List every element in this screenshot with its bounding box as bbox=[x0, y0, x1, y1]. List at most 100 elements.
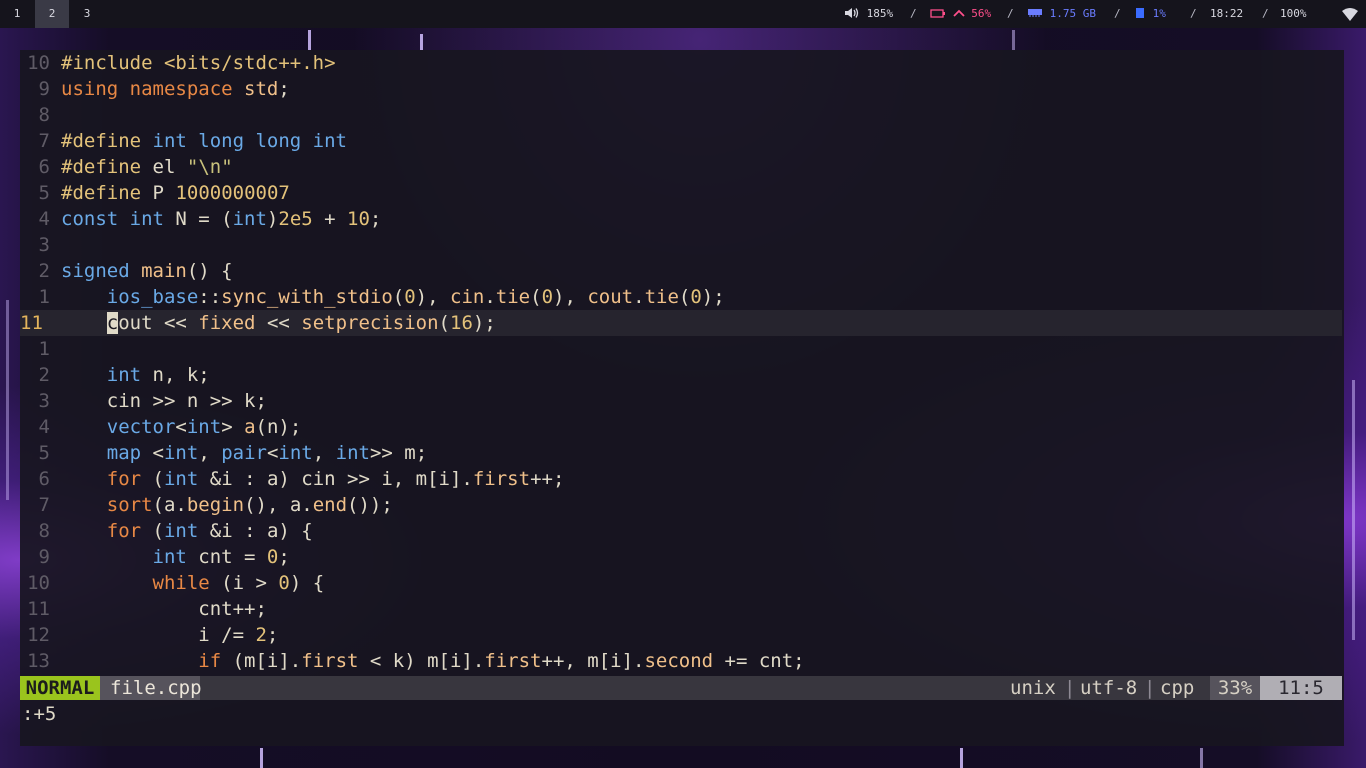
code-line-current[interactable]: 11 cout << fixed << setprecision(16); bbox=[20, 310, 1342, 336]
line-text[interactable]: ios_base::sync_with_stdio(0), cin.tie(0)… bbox=[61, 284, 725, 310]
workspace-2[interactable]: 2 bbox=[35, 0, 69, 28]
code-line[interactable]: 2 int n, k; bbox=[20, 362, 1342, 388]
line-text[interactable]: #define P 1000000007 bbox=[61, 180, 290, 206]
code-line[interactable]: 5 map <int, pair<int, int>> m; bbox=[20, 440, 1342, 466]
workspace-3[interactable]: 3 bbox=[70, 0, 104, 28]
wallpaper-light-streak bbox=[960, 748, 963, 768]
wallpaper-light-streak bbox=[1200, 748, 1203, 768]
code-line[interactable]: 9 int cnt = 0; bbox=[20, 544, 1342, 570]
line-text[interactable]: #define int long long int bbox=[61, 128, 347, 154]
top-status-bar: 1 2 3 185% / 56% / 1.75 GB / 1% / 18:22 … bbox=[0, 0, 1366, 28]
vim-editor-window[interactable]: 10 #include <bits/stdc++.h> 9 using namespa… bbox=[20, 50, 1344, 746]
memory-value: 1.75 GB bbox=[1049, 7, 1096, 20]
line-text[interactable]: #define el "\n" bbox=[61, 154, 233, 180]
status-divider: | bbox=[1064, 677, 1076, 699]
volume-value: 185% bbox=[866, 7, 894, 20]
code-line[interactable]: 2 signed main() { bbox=[20, 258, 1342, 284]
code-line[interactable]: 7 sort(a.begin(), a.end()); bbox=[20, 492, 1342, 518]
battery-value: 56% bbox=[971, 7, 992, 20]
code-line[interactable]: 6 #define el "\n" bbox=[20, 154, 1342, 180]
code-line[interactable]: 8 for (int &i : a) { bbox=[20, 518, 1342, 544]
code-line[interactable]: 4 vector<int> a(n); bbox=[20, 414, 1342, 440]
line-text[interactable]: cin >> n >> k; bbox=[61, 388, 267, 414]
line-number: 4 bbox=[38, 208, 50, 230]
chevron-up-icon bbox=[952, 9, 965, 17]
memory-indicator: 1.75 GB bbox=[1027, 0, 1096, 28]
line-text[interactable]: vector<int> a(n); bbox=[61, 414, 302, 440]
line-text[interactable]: int cnt = 0; bbox=[61, 544, 290, 570]
line-number: 5 bbox=[38, 442, 50, 464]
line-text[interactable]: i /= 2; bbox=[61, 622, 278, 648]
line-text[interactable]: int n, k; bbox=[61, 362, 210, 388]
code-line[interactable]: 1 ios_base::sync_with_stdio(0), cin.tie(… bbox=[20, 284, 1342, 310]
clock[interactable]: 18:22 bbox=[1210, 0, 1243, 28]
cpu-value: 1% bbox=[1152, 7, 1166, 20]
line-text[interactable]: const int N = (int)2e5 + 10; bbox=[61, 206, 381, 232]
code-line[interactable]: 11 cnt++; bbox=[20, 596, 1342, 622]
line-text[interactable]: sort(a.begin(), a.end()); bbox=[61, 492, 393, 518]
cpu-icon bbox=[1136, 8, 1144, 18]
line-text[interactable]: cout << fixed << setprecision(16); bbox=[61, 310, 496, 336]
line-number: 2 bbox=[38, 260, 50, 282]
code-line[interactable]: 3 cin >> n >> k; bbox=[20, 388, 1342, 414]
line-number: 10 bbox=[27, 52, 50, 74]
line-number: 5 bbox=[38, 182, 50, 204]
line-text[interactable]: #include <bits/stdc++.h> bbox=[61, 50, 336, 76]
code-line[interactable]: 7 #define int long long int bbox=[20, 128, 1342, 154]
cpu-indicator: 1% bbox=[1134, 0, 1166, 28]
line-number: 9 bbox=[38, 546, 50, 568]
wallpaper-light-streak bbox=[1012, 30, 1015, 50]
fileformat-label: unix bbox=[1010, 677, 1056, 699]
line-text[interactable]: while (i > 0) { bbox=[61, 570, 325, 596]
filetype-label: cpp bbox=[1160, 677, 1195, 699]
memory-chip-icon bbox=[1028, 9, 1042, 17]
line-text[interactable]: for (int &i : a) { bbox=[61, 518, 313, 544]
separator: / bbox=[1007, 7, 1014, 20]
code-line[interactable]: 13 if (m[i].first < k) m[i].first++, m[i… bbox=[20, 648, 1342, 674]
line-number: 1 bbox=[38, 338, 50, 360]
status-line: NORMAL file.cpp unix | utf-8 | cpp 33% 1… bbox=[20, 676, 1342, 700]
code-line[interactable]: 1 bbox=[20, 336, 1342, 362]
scroll-percent: 33% bbox=[1210, 676, 1260, 700]
wallpaper-light-streak bbox=[260, 748, 263, 768]
line-number: 8 bbox=[38, 520, 50, 542]
code-line[interactable]: 4 const int N = (int)2e5 + 10; bbox=[20, 206, 1342, 232]
line-number: 13 bbox=[27, 650, 50, 672]
code-line[interactable]: 12 i /= 2; bbox=[20, 622, 1342, 648]
brightness-value: 100% bbox=[1280, 7, 1307, 20]
line-number: 3 bbox=[38, 390, 50, 412]
separator: / bbox=[1262, 7, 1269, 20]
line-number: 3 bbox=[38, 234, 50, 256]
volume-indicator[interactable]: 185% bbox=[844, 0, 893, 28]
code-line[interactable]: 10 while (i > 0) { bbox=[20, 570, 1342, 596]
line-text[interactable]: if (m[i].first < k) m[i].first++, m[i].s… bbox=[61, 648, 804, 674]
code-line[interactable]: 5 #define P 1000000007 bbox=[20, 180, 1342, 206]
line-text[interactable]: cnt++; bbox=[61, 596, 267, 622]
line-number: 7 bbox=[38, 130, 50, 152]
line-number: 6 bbox=[38, 156, 50, 178]
file-name: file.cpp bbox=[100, 676, 202, 700]
wifi-icon[interactable] bbox=[1341, 8, 1359, 22]
line-text[interactable]: for (int &i : a) cin >> i, m[i].first++; bbox=[61, 466, 565, 492]
line-number: 12 bbox=[27, 624, 50, 646]
code-line[interactable]: 8 bbox=[20, 102, 1342, 128]
line-number: 11 bbox=[20, 312, 43, 334]
line-text[interactable]: map <int, pair<int, int>> m; bbox=[61, 440, 427, 466]
command-line[interactable]: :+5 bbox=[22, 702, 56, 726]
line-number: 2 bbox=[38, 364, 50, 386]
code-line[interactable]: 6 for (int &i : a) cin >> i, m[i].first+… bbox=[20, 466, 1342, 492]
separator: / bbox=[1114, 7, 1121, 20]
code-line[interactable]: 3 bbox=[20, 232, 1342, 258]
battery-indicator: 56% bbox=[930, 0, 991, 28]
line-text[interactable]: using namespace std; bbox=[61, 76, 290, 102]
code-line[interactable]: 10 #include <bits/stdc++.h> bbox=[20, 50, 1342, 76]
speaker-icon bbox=[845, 8, 859, 18]
wallpaper-light-streak bbox=[420, 34, 423, 50]
wallpaper-light-streak bbox=[308, 30, 311, 50]
line-number: 10 bbox=[27, 572, 50, 594]
line-text[interactable]: signed main() { bbox=[61, 258, 233, 284]
battery-icon bbox=[930, 9, 945, 18]
workspace-1[interactable]: 1 bbox=[0, 0, 34, 28]
wallpaper-light-streak bbox=[1352, 380, 1355, 640]
code-line[interactable]: 9 using namespace std; bbox=[20, 76, 1342, 102]
